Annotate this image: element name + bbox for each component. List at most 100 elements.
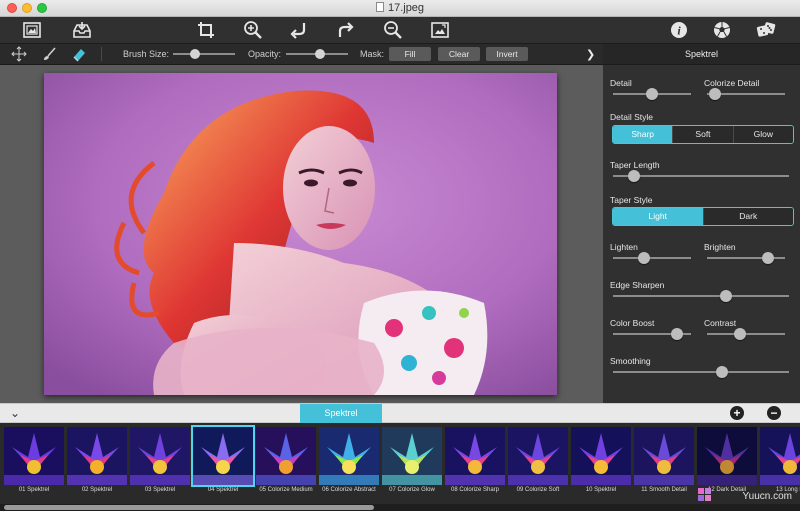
edge-sharpen-slider[interactable] — [613, 290, 789, 302]
window-title-text: 17.jpeg — [387, 2, 425, 14]
preset-thumbnail[interactable]: 13 Long Li — [760, 427, 800, 493]
preset-thumbnail[interactable]: 02 Spektrel — [67, 427, 127, 493]
smoothing-label: Smoothing — [610, 356, 651, 366]
brush-size-slider-knob[interactable] — [189, 49, 200, 59]
colorize-detail-slider-knob[interactable] — [708, 88, 721, 100]
preset-scrollbar-thumb[interactable] — [4, 505, 374, 510]
title-bar: 17.jpeg — [0, 0, 800, 17]
preset-thumbnail[interactable]: 08 Colorize Sharp — [445, 427, 505, 493]
preset-thumbnail-label: 04 Spektrel — [207, 487, 239, 493]
edited-photo[interactable] — [44, 73, 557, 395]
dice-icon[interactable] — [756, 20, 776, 40]
preset-thumbnail[interactable]: 09 Colorize Soft — [508, 427, 568, 493]
taper-style-light-option[interactable]: Light — [613, 208, 703, 225]
edge-sharpen-slider-knob[interactable] — [719, 290, 732, 302]
taper-style-segmented: Light Dark — [612, 207, 794, 226]
preset-thumbnail[interactable]: 05 Colorize Medium — [256, 427, 316, 493]
zoom-out-icon[interactable] — [383, 20, 403, 40]
detail-style-label: Detail Style — [610, 112, 653, 122]
mask-clear-button[interactable]: Clear — [438, 47, 480, 61]
brighten-slider-knob[interactable] — [761, 252, 774, 264]
opacity-slider[interactable] — [286, 49, 348, 59]
preset-thumbnail-image — [445, 427, 505, 485]
preset-thumbnail-label: 03 Spektrel — [144, 487, 176, 493]
preset-thumbnail-image — [508, 427, 568, 485]
preset-thumbnail[interactable]: 03 Spektrel — [130, 427, 190, 493]
soccer-ball-icon[interactable] — [712, 20, 732, 40]
chevron-down-icon[interactable]: ⌄ — [10, 406, 20, 420]
smoothing-slider[interactable] — [613, 366, 789, 378]
window-title: 17.jpeg — [0, 2, 800, 14]
brighten-slider[interactable] — [707, 252, 785, 264]
preset-thumbnail-label: 05 Colorize Medium — [259, 487, 313, 493]
undo-icon[interactable] — [289, 20, 309, 40]
redo-icon[interactable] — [336, 20, 356, 40]
preset-thumbnail[interactable]: 06 Colorize Abstract — [319, 427, 379, 493]
contrast-label: Contrast — [704, 318, 737, 328]
color-boost-label: Color Boost — [610, 318, 655, 328]
document-icon — [375, 2, 384, 12]
preset-category-tab[interactable]: Spektrel — [300, 404, 382, 423]
info-icon[interactable]: i — [669, 20, 689, 40]
color-boost-slider[interactable] — [613, 328, 691, 340]
colorize-detail-label: Colorize Detail — [704, 78, 760, 88]
preset-thumbnail-image — [760, 427, 800, 485]
remove-preset-button[interactable]: − — [767, 406, 781, 420]
detail-style-sharp-option[interactable]: Sharp — [613, 126, 673, 143]
image-canvas[interactable] — [0, 65, 603, 403]
eraser-icon[interactable] — [71, 46, 87, 62]
opacity-slider-knob[interactable] — [315, 49, 326, 59]
preset-thumbnail[interactable]: 10 Spektrel — [571, 427, 631, 493]
detail-style-segmented: Sharp Soft Glow — [612, 125, 794, 144]
toolbar-divider — [101, 47, 102, 61]
watermark-logo — [698, 488, 720, 502]
colorize-detail-slider[interactable] — [707, 88, 785, 100]
taper-length-label: Taper Length — [610, 160, 660, 170]
taper-style-label: Taper Style — [610, 195, 653, 205]
fit-image-icon[interactable] — [430, 20, 450, 40]
preset-thumbnail-image — [634, 427, 694, 485]
lighten-slider-knob[interactable] — [638, 252, 651, 264]
preset-thumbnail-image — [697, 427, 757, 485]
preset-thumbnail-label: 08 Colorize Sharp — [450, 487, 500, 493]
preset-thumbnail-label: 01 Spektrel — [18, 487, 50, 493]
mask-label: Mask: — [360, 49, 385, 59]
brush-size-slider[interactable] — [173, 49, 235, 59]
preset-thumbnail[interactable]: 01 Spektrel — [4, 427, 64, 493]
smoothing-slider-knob[interactable] — [716, 366, 729, 378]
color-boost-slider-knob[interactable] — [670, 328, 683, 340]
detail-style-glow-option[interactable]: Glow — [732, 126, 793, 143]
mask-fill-button[interactable]: Fill — [389, 47, 431, 61]
chevron-right-icon[interactable]: ❯ — [586, 48, 595, 61]
crop-icon[interactable] — [196, 20, 216, 40]
move-arrows-icon[interactable] — [11, 46, 27, 62]
preset-thumbnail-label: 10 Spektrel — [585, 487, 617, 493]
taper-style-dark-option[interactable]: Dark — [702, 208, 793, 225]
taper-length-slider[interactable] — [613, 170, 789, 182]
contrast-slider-knob[interactable] — [733, 328, 746, 340]
detail-slider[interactable] — [613, 88, 691, 100]
lighten-slider[interactable] — [613, 252, 691, 264]
preset-strip-bar: ⌄ Spektrel + − — [0, 403, 800, 423]
preset-thumbnail[interactable]: 07 Colorize Glow — [382, 427, 442, 493]
zoom-in-icon[interactable] — [243, 20, 263, 40]
detail-style-soft-option[interactable]: Soft — [672, 126, 733, 143]
preset-thumbnail[interactable]: 11 Smooth Detail — [634, 427, 694, 493]
brush-icon[interactable] — [41, 46, 57, 62]
preset-thumbnail-label: 02 Spektrel — [81, 487, 113, 493]
add-preset-button[interactable]: + — [730, 406, 744, 420]
brush-size-label: Brush Size: — [123, 49, 170, 59]
picture-frame-icon[interactable] — [22, 20, 42, 40]
preset-thumbnail-image — [382, 427, 442, 485]
preset-thumbnail[interactable]: 04 Spektrel — [191, 425, 255, 493]
contrast-slider[interactable] — [707, 328, 785, 340]
preset-thumbnail-image — [319, 427, 379, 485]
mask-invert-button[interactable]: Invert — [486, 47, 528, 61]
detail-slider-knob[interactable] — [646, 88, 658, 100]
edge-sharpen-label: Edge Sharpen — [610, 280, 665, 290]
preset-thumbnail[interactable]: 12 Dark Detail — [697, 427, 757, 493]
taper-length-slider-knob[interactable] — [628, 170, 641, 182]
preset-thumbnail-label: 06 Colorize Abstract — [322, 487, 376, 493]
detail-label: Detail — [610, 78, 632, 88]
tray-save-icon[interactable] — [72, 20, 92, 40]
